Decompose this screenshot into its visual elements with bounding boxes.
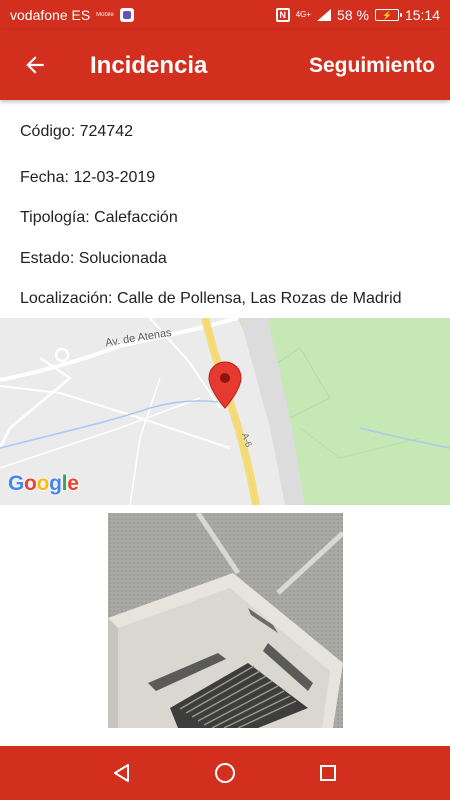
nav-recents-button[interactable] [313,758,343,788]
status-right: N 4G+ 58 % ⚡ 15:14 [275,7,440,23]
codigo-text: Código: 724742 [20,123,133,140]
battery-charging-icon: ⚡ [374,9,402,21]
circle-home-icon [214,763,235,783]
estado-text: Estado: Solucionada [20,250,167,267]
fecha-text: Fecha: 12-03-2019 [20,169,156,186]
network-type: 4G+ [295,10,312,19]
triangle-back-icon [113,764,129,782]
status-bar: vodafone ES Mobile N 4G+ 58 % ⚡ 15:14 [0,0,450,30]
signal-icon [317,9,332,21]
arrow-left-icon[interactable] [22,52,48,78]
clock: 15:14 [404,7,440,23]
nfc-icon: N [275,8,290,22]
status-left: vodafone ES Mobile [10,7,134,23]
nav-back-button[interactable] [107,758,137,788]
location-map[interactable]: Av. de Atenas A-6 Google [0,318,450,505]
localizacion-text: Localización: Calle de Pollensa, Las Roz… [20,290,402,307]
carrier-name: vodafone ES [10,7,91,23]
tipologia-text: Tipología: Calefacción [20,209,178,226]
carrier-subtext: Mobile [96,12,114,18]
nav-home-button[interactable] [210,758,240,788]
app-bar: Incidencia Seguimiento [0,30,450,100]
system-nav-bar [0,746,450,800]
page-title: Incidencia [90,52,208,79]
seguimiento-button[interactable]: Seguimiento [309,54,435,78]
google-logo: Google [8,472,79,495]
map-pin-icon[interactable] [207,360,243,410]
battery-percent: 58 % [337,7,369,23]
square-recents-icon [320,765,337,781]
incident-photo[interactable] [108,513,343,728]
air-conditioner-photo [108,513,343,728]
app-notification-icon [119,8,134,22]
